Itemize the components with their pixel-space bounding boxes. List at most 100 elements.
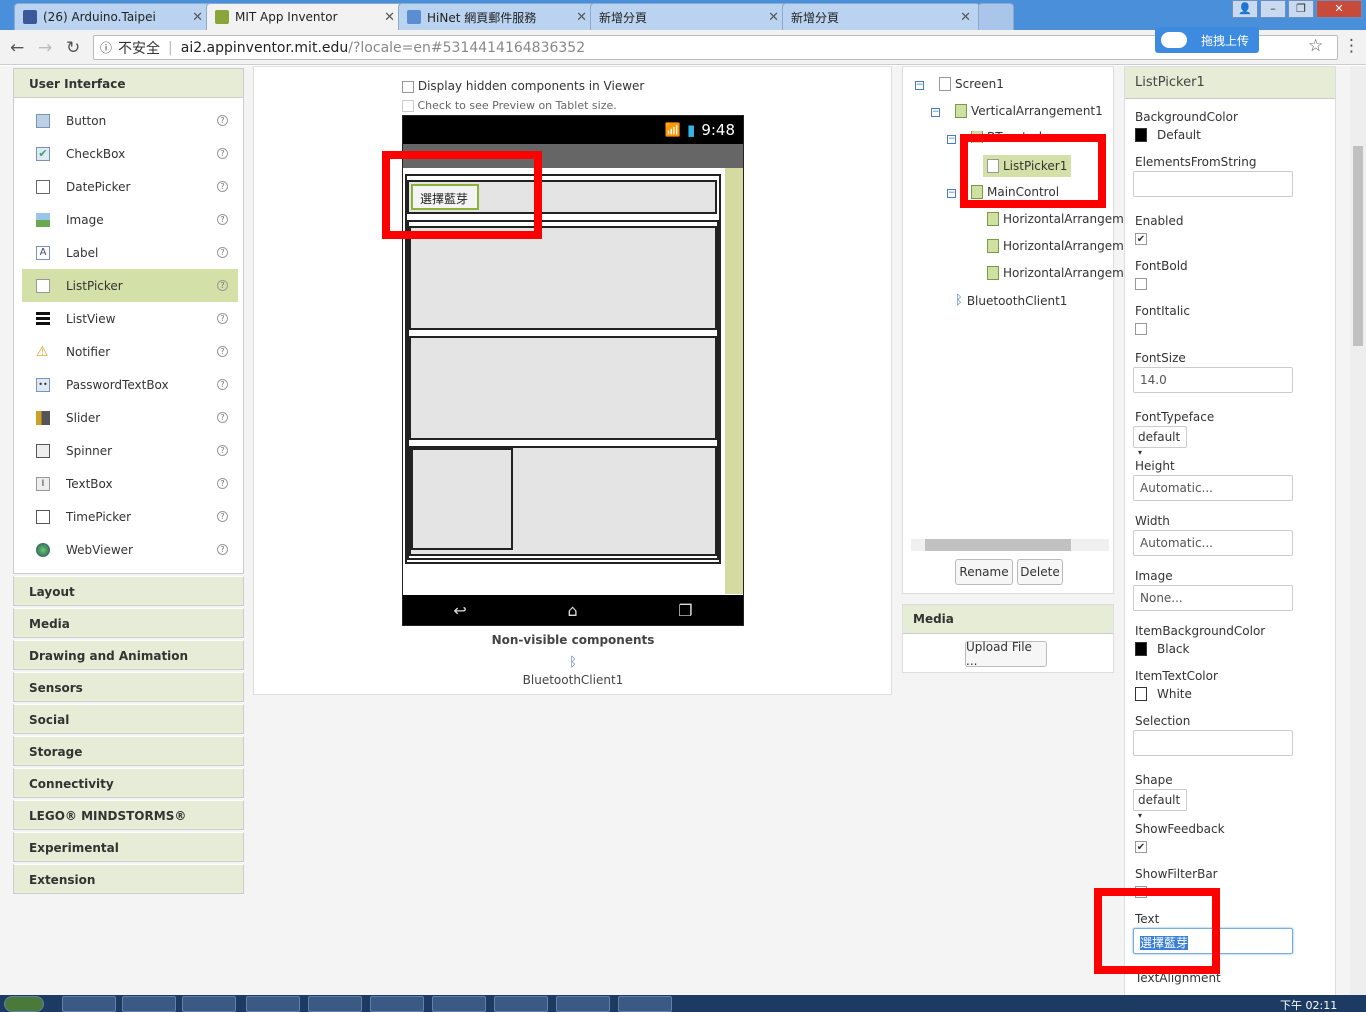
search-icon[interactable] [246, 996, 300, 1012]
backgroundcolor-value[interactable]: Default [1157, 128, 1201, 142]
page-scrollbar[interactable] [1350, 66, 1366, 996]
palette-item-label[interactable]: A Label? [22, 236, 238, 269]
palette-item-textbox[interactable]: I TextBox? [22, 467, 238, 500]
image-input[interactable]: None... [1133, 585, 1293, 611]
shape-select[interactable]: default ▾ [1133, 789, 1187, 820]
palette-item-datepicker[interactable]: DatePicker? [22, 170, 238, 203]
tab-new-2[interactable]: 新增分頁 ✕ [782, 3, 980, 30]
category-extension[interactable]: Extension [13, 864, 244, 894]
media-player-icon[interactable] [182, 996, 236, 1012]
upload-extension-button[interactable]: 拖拽上传 [1155, 27, 1259, 53]
menu-icon[interactable]: ⋮ [1343, 36, 1360, 56]
rename-button[interactable]: Rename [955, 559, 1013, 585]
help-icon[interactable]: ? [217, 379, 228, 390]
user-icon[interactable]: 👤 [1232, 0, 1258, 18]
help-icon[interactable]: ? [217, 511, 228, 522]
width-input[interactable]: Automatic... [1133, 530, 1293, 556]
palette-item-webviewer[interactable]: WebViewer? [22, 533, 238, 566]
palette-item-spinner[interactable]: Spinner? [22, 434, 238, 467]
category-social[interactable]: Social [13, 704, 244, 734]
horizontal-arrangement-1[interactable] [409, 226, 717, 330]
nonvisible-item[interactable]: BluetoothClient1 [254, 673, 892, 687]
help-icon[interactable]: ? [217, 148, 228, 159]
help-icon[interactable]: ? [217, 478, 228, 489]
itembackgroundcolor-value[interactable]: Black [1157, 642, 1189, 656]
fontitalic-checkbox[interactable] [1135, 323, 1147, 335]
palette-item-listpicker[interactable]: ListPicker? [22, 269, 238, 302]
help-icon[interactable]: ? [217, 280, 228, 291]
collapse-icon[interactable]: − [947, 135, 956, 144]
photoshop-icon[interactable] [494, 996, 548, 1012]
chrome-icon[interactable] [308, 996, 362, 1012]
window-icon[interactable] [556, 996, 610, 1012]
tree-node-vertical-arrangement[interactable]: VerticalArrangement1 [955, 104, 1103, 118]
tree-node-horizontal-1[interactable]: HorizontalArrangem [987, 212, 1124, 226]
close-tab-icon[interactable]: ✕ [768, 10, 779, 25]
delete-button[interactable]: Delete [1017, 559, 1063, 585]
tree-horizontal-scrollbar[interactable] [911, 539, 1109, 551]
word-icon[interactable] [432, 996, 486, 1012]
fontsize-input[interactable]: 14.0 [1133, 367, 1293, 393]
tab-app-inventor[interactable]: MIT App Inventor ✕ [206, 3, 404, 30]
collapse-icon[interactable]: − [931, 108, 940, 117]
tree-node-screen[interactable]: Screen1 [939, 77, 1004, 91]
collapse-icon[interactable]: − [915, 81, 924, 90]
folder-icon[interactable] [122, 996, 176, 1012]
close-window-icon[interactable]: ✕ [1316, 0, 1362, 18]
help-icon[interactable]: ? [217, 445, 228, 456]
start-button[interactable] [4, 996, 44, 1012]
help-icon[interactable]: ? [217, 115, 228, 126]
horizontal-arrangement-2[interactable] [409, 336, 717, 440]
help-icon[interactable]: ? [217, 214, 228, 225]
tree-node-horizontal-2[interactable]: HorizontalArrangem [987, 239, 1124, 253]
forward-icon[interactable]: → [38, 38, 52, 58]
category-lego[interactable]: LEGO® MINDSTORMS® [13, 800, 244, 830]
category-media[interactable]: Media [13, 608, 244, 638]
palette-item-passwordtextbox[interactable]: •• PasswordTextBox? [22, 368, 238, 401]
help-icon[interactable]: ? [217, 247, 228, 258]
inner-box[interactable] [411, 448, 513, 550]
tree-node-bluetoothclient[interactable]: ᛒ BluetoothClient1 [955, 293, 1067, 308]
help-icon[interactable]: ? [217, 181, 228, 192]
fontbold-checkbox[interactable] [1135, 278, 1147, 290]
ie-icon[interactable] [62, 996, 116, 1012]
category-sensors[interactable]: Sensors [13, 672, 244, 702]
tab-new-1[interactable]: 新增分頁 ✕ [590, 3, 788, 30]
bookmark-star-icon[interactable]: ☆ [1308, 36, 1323, 56]
help-icon[interactable]: ? [217, 544, 228, 555]
upload-file-button[interactable]: Upload File ... [965, 640, 1047, 668]
tree-node-horizontal-3[interactable]: HorizontalArrangem [987, 266, 1124, 280]
back-icon[interactable]: ← [10, 38, 24, 58]
category-experimental[interactable]: Experimental [13, 832, 244, 862]
new-tab-button[interactable] [978, 3, 1014, 30]
selection-input[interactable] [1133, 730, 1293, 756]
scroll-thumb[interactable] [1353, 146, 1363, 346]
palette-item-notifier[interactable]: ⚠ Notifier? [22, 335, 238, 368]
close-tab-icon[interactable]: ✕ [192, 10, 203, 25]
scroll-thumb[interactable] [925, 539, 1071, 551]
tab-hinet[interactable]: HiNet 網頁郵件服務 ✕ [398, 3, 596, 30]
close-tab-icon[interactable]: ✕ [960, 10, 971, 25]
enabled-checkbox[interactable] [1135, 233, 1147, 245]
category-drawing[interactable]: Drawing and Animation [13, 640, 244, 670]
help-icon[interactable]: ? [217, 313, 228, 324]
close-tab-icon[interactable]: ✕ [384, 10, 395, 25]
category-storage[interactable]: Storage [13, 736, 244, 766]
fonttypeface-select[interactable]: default ▾ [1133, 426, 1187, 457]
itemtextcolor-value[interactable]: White [1157, 687, 1192, 701]
palette-header[interactable]: User Interface [13, 68, 244, 98]
palette-item-button[interactable]: Button? [22, 104, 238, 137]
help-icon[interactable]: ? [217, 412, 228, 423]
close-tab-icon[interactable]: ✕ [576, 10, 587, 25]
url-input[interactable]: ⓘ 不安全 | ai2.appinventor.mit.edu /?locale… [93, 35, 1338, 60]
palette-item-image[interactable]: Image? [22, 203, 238, 236]
collapse-icon[interactable]: − [947, 189, 956, 198]
tablet-preview-checkbox[interactable] [402, 100, 414, 112]
height-input[interactable]: Automatic... [1133, 475, 1293, 501]
hidden-components-checkbox[interactable] [402, 80, 414, 93]
showfeedback-checkbox[interactable] [1135, 841, 1147, 853]
maximize-icon[interactable]: ❐ [1288, 0, 1314, 18]
category-connectivity[interactable]: Connectivity [13, 768, 244, 798]
minimize-icon[interactable]: – [1260, 0, 1286, 18]
palette-item-timepicker[interactable]: TimePicker? [22, 500, 238, 533]
